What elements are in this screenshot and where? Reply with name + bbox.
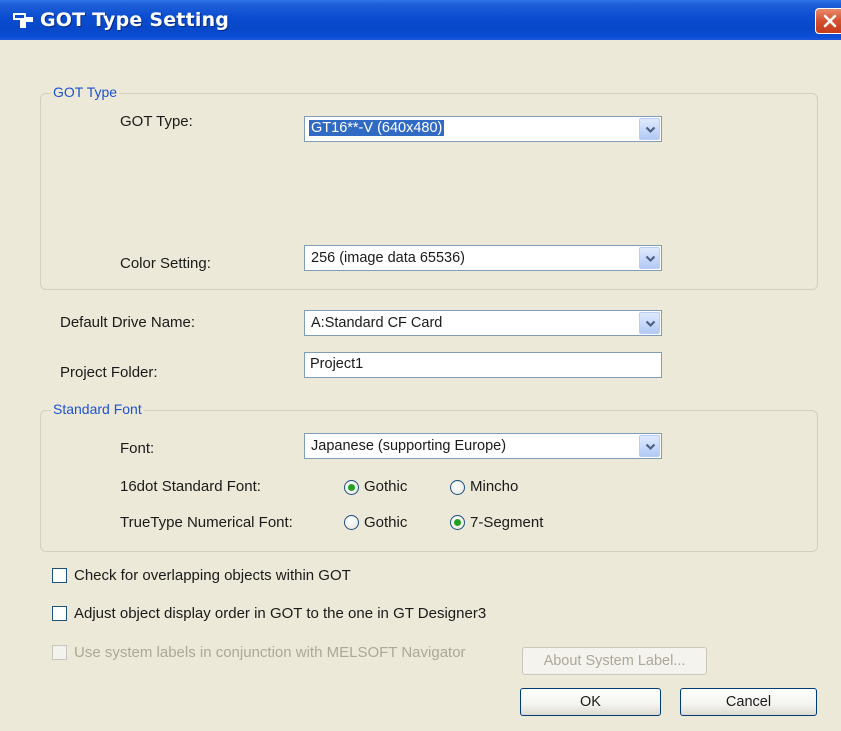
close-button[interactable] [815, 8, 841, 34]
window-icon [12, 11, 34, 29]
truetype-gothic-label[interactable]: Gothic [364, 514, 407, 531]
font-value: Japanese (supporting Europe) [311, 438, 507, 454]
chevron-down-icon[interactable] [639, 247, 660, 269]
radio-selected-dot [348, 484, 355, 491]
ok-button[interactable]: OK [520, 688, 661, 716]
dot16-mincho-label[interactable]: Mincho [470, 478, 518, 495]
got-type-select[interactable]: GT16**-V (640x480) [304, 116, 662, 142]
chevron-down-icon[interactable] [639, 312, 660, 334]
overlap-check-checkbox[interactable] [52, 568, 67, 583]
standard-font-group-legend: Standard Font [51, 401, 144, 417]
color-setting-value: 256 (image data 65536) [311, 250, 465, 266]
default-drive-value: A:Standard CF Card [311, 315, 443, 331]
title-bar[interactable]: GOT Type Setting [0, 0, 841, 40]
truetype-7segment-radio[interactable] [450, 515, 465, 530]
display-order-checkbox[interactable] [52, 606, 67, 621]
font-label: Font: [120, 440, 155, 457]
about-system-label-button: About System Label... [522, 647, 707, 675]
got-type-group-legend: GOT Type [51, 84, 120, 100]
chevron-down-icon[interactable] [639, 118, 660, 140]
truetype-font-label: TrueType Numerical Font: [120, 514, 293, 531]
system-labels-label: Use system labels in conjunction with ME… [74, 644, 466, 661]
radio-selected-dot [454, 519, 461, 526]
window-title: GOT Type Setting [40, 9, 230, 31]
got-type-value: GT16**-V (640x480) [309, 120, 445, 136]
truetype-7segment-label[interactable]: 7-Segment [470, 514, 543, 531]
dot16-font-label: 16dot Standard Font: [120, 478, 261, 495]
font-select[interactable]: Japanese (supporting Europe) [304, 433, 662, 459]
got-type-label: GOT Type: [120, 113, 193, 130]
system-labels-checkbox [52, 645, 67, 660]
color-setting-select[interactable]: 256 (image data 65536) [304, 245, 662, 271]
project-folder-label: Project Folder: [60, 364, 158, 381]
project-folder-value: Project1 [310, 356, 364, 372]
display-order-label[interactable]: Adjust object display order in GOT to th… [74, 605, 486, 622]
truetype-gothic-radio[interactable] [344, 515, 359, 530]
dot16-gothic-radio[interactable] [344, 480, 359, 495]
got-type-setting-dialog: GOT Type Setting GOT Type GOT Type: GT16… [0, 0, 841, 731]
dot16-mincho-radio[interactable] [450, 480, 465, 495]
project-folder-input[interactable]: Project1 [304, 352, 662, 378]
default-drive-label: Default Drive Name: [60, 314, 196, 331]
default-drive-select[interactable]: A:Standard CF Card [304, 310, 662, 336]
overlap-check-label[interactable]: Check for overlapping objects within GOT [74, 567, 351, 584]
cancel-button[interactable]: Cancel [680, 688, 817, 716]
color-setting-label: Color Setting: [120, 255, 211, 272]
dot16-gothic-label[interactable]: Gothic [364, 478, 407, 495]
chevron-down-icon[interactable] [639, 435, 660, 457]
